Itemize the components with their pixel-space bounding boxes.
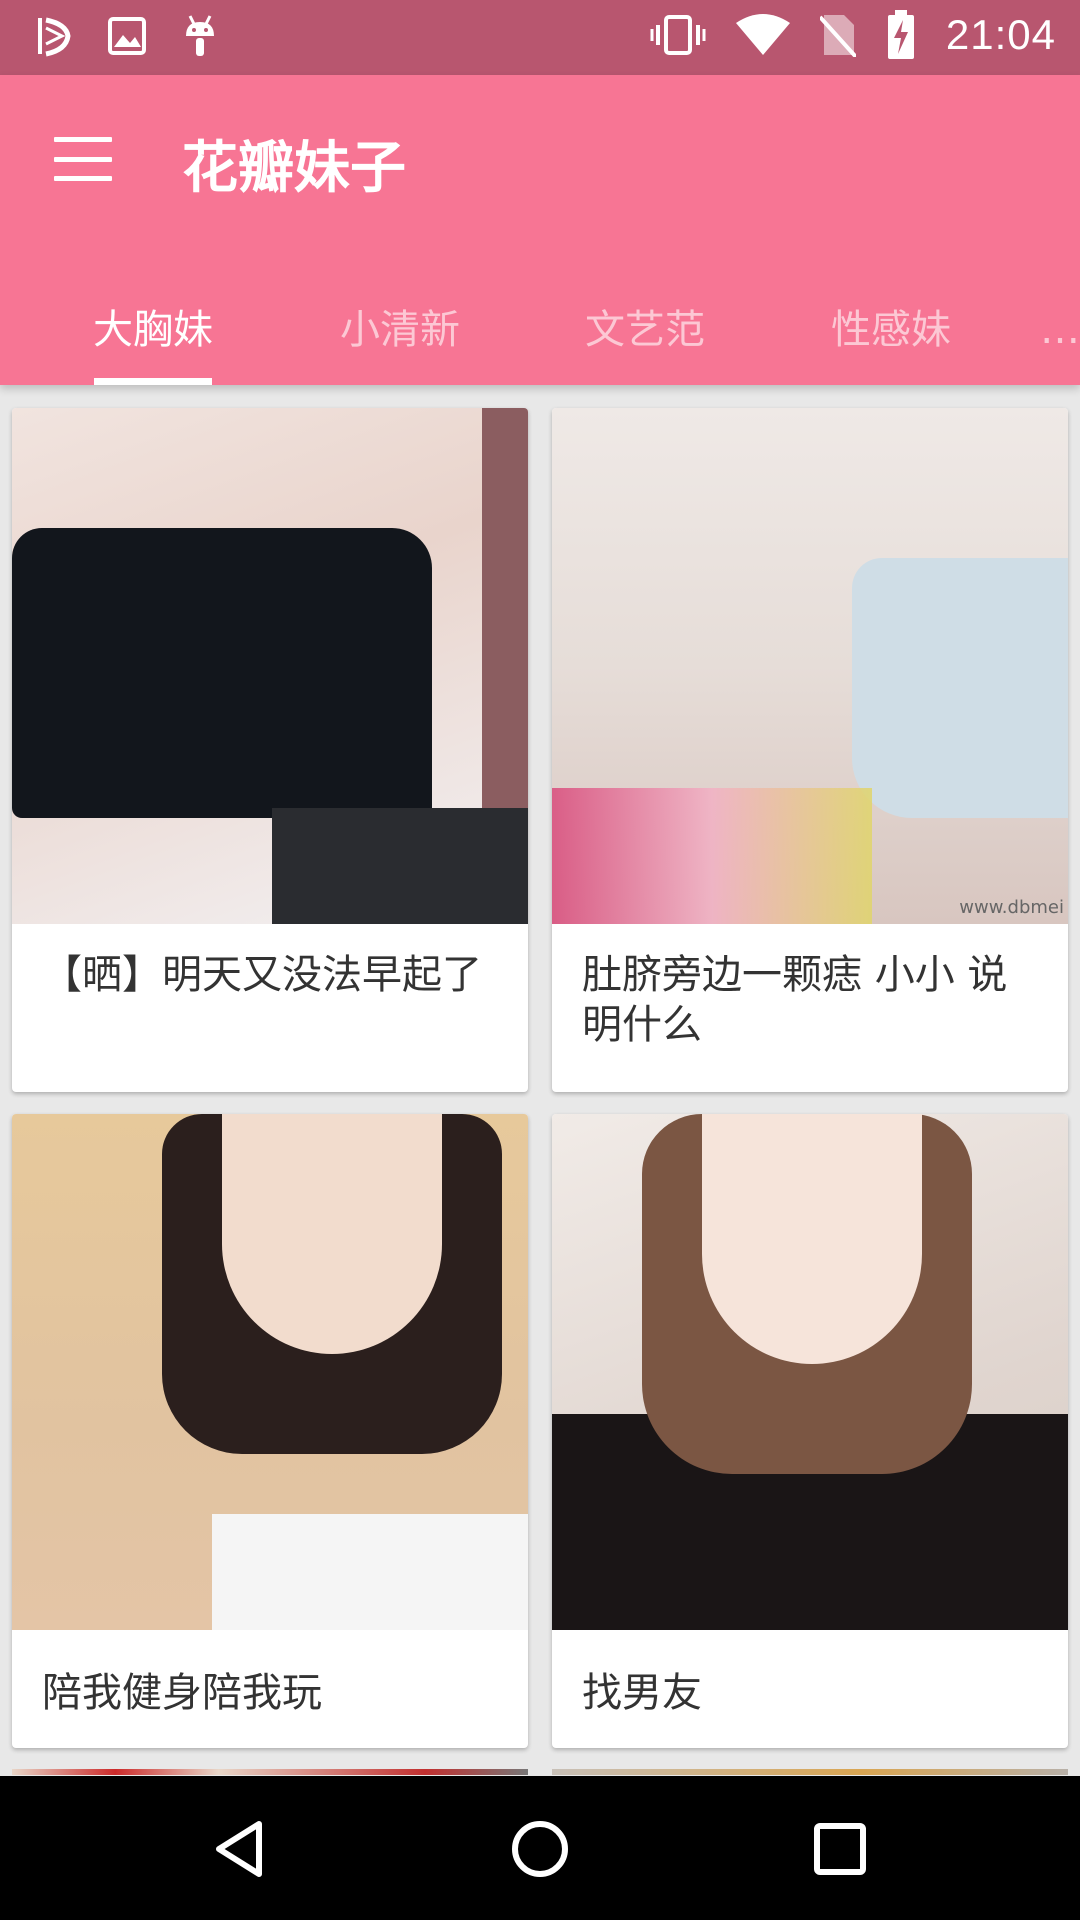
wifi-icon [735, 14, 790, 55]
photo-card[interactable]: 找男友 [552, 1114, 1068, 1748]
category-tabs: 大胸妹 小清新 文艺范 性感妹 … [0, 275, 1080, 385]
tab-literary[interactable]: 文艺范 [545, 275, 745, 385]
card-photo[interactable]: www.dbmei [552, 408, 1068, 924]
card-photo[interactable] [552, 1114, 1068, 1630]
back-icon[interactable] [205, 1814, 275, 1884]
home-icon[interactable] [505, 1814, 575, 1884]
photo-card-partial[interactable] [12, 1769, 528, 1775]
photo-card[interactable]: 陪我健身陪我玩 [12, 1114, 528, 1748]
recents-icon[interactable] [805, 1814, 875, 1884]
vibrate-icon [650, 15, 706, 55]
status-time: 21:04 [945, 11, 1056, 58]
app-bar: 花瓣妹子 大胸妹 小清新 文艺范 性感妹 … [0, 75, 1080, 385]
app-logo-icon [38, 17, 71, 57]
card-caption: 找男友 [582, 1670, 702, 1716]
tab-indicator [94, 378, 212, 385]
photo-card[interactable]: www.dbmei 肚脐旁边一颗痣 小小 说明什么 [552, 408, 1068, 1092]
navigation-bar [0, 1776, 1080, 1920]
android-debug-icon [186, 15, 214, 56]
status-notifications [36, 14, 218, 58]
hamburger-menu-icon[interactable] [54, 137, 112, 181]
photo-card-partial[interactable] [552, 1769, 1068, 1775]
status-system: 21:04 [650, 10, 1056, 60]
tab-more-partial[interactable]: … [1040, 275, 1080, 385]
card-caption: 肚脐旁边一颗痣 小小 说明什么 [582, 952, 1008, 1048]
photo-card[interactable]: 【晒】明天又没法早起了 [12, 408, 528, 1092]
no-sim-icon [819, 15, 856, 57]
card-caption: 陪我健身陪我玩 [42, 1670, 322, 1716]
app-title: 花瓣妹子 [182, 136, 406, 201]
battery-charging-icon [887, 10, 914, 59]
card-photo[interactable] [12, 1114, 528, 1630]
tab-fresh[interactable]: 小清新 [300, 275, 500, 385]
photo-grid[interactable]: 【晒】明天又没法早起了 www.dbmei 肚脐旁边一颗痣 小小 说明什么 陪我… [0, 385, 1080, 1775]
tab-big-chest[interactable]: 大胸妹 [53, 275, 253, 385]
image-notification-icon [108, 17, 146, 55]
tab-sexy[interactable]: 性感妹 [791, 275, 991, 385]
status-bar: 21:04 [0, 0, 1080, 75]
photo-watermark: www.dbmei [959, 897, 1064, 918]
card-photo[interactable] [12, 408, 528, 924]
card-caption: 【晒】明天又没法早起了 [42, 952, 482, 998]
